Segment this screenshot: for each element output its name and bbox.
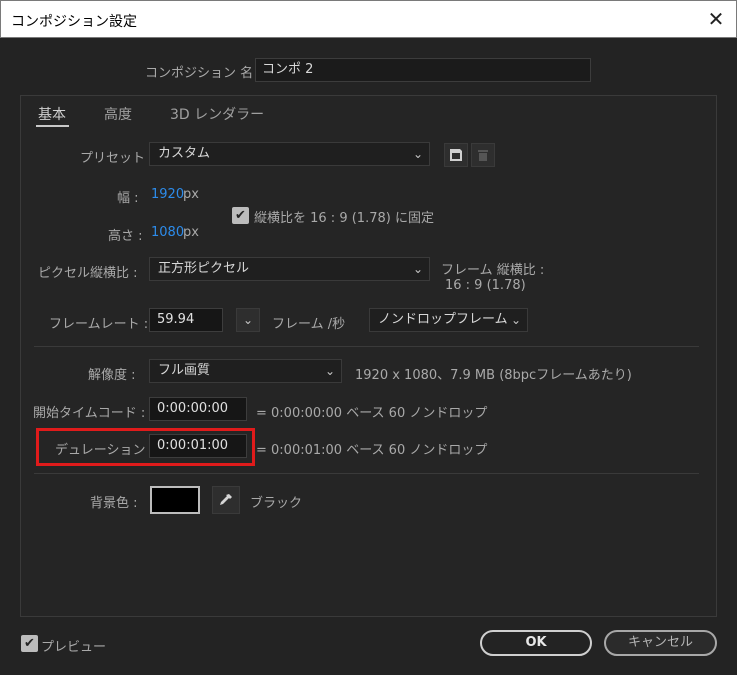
frame-rate-unit: フレーム /秒 [272, 317, 346, 332]
start-timecode-label: 開始タイムコード : [33, 406, 146, 421]
tab-basic[interactable]: 基本 [38, 104, 66, 124]
trash-icon [478, 150, 488, 161]
resolution-info: 1920 x 1080、7.9 MB (8bpcフレームあたり) [355, 368, 632, 383]
preview-label: プレビュー [41, 640, 107, 655]
height-unit: px [183, 225, 199, 240]
lock-aspect-label: 縦横比を 16 : 9 (1.78) に固定 [254, 211, 434, 226]
width-label: 幅 : [117, 191, 139, 206]
chevron-down-icon: ⌄ [510, 313, 521, 327]
chevron-down-icon: ⌄ [412, 147, 423, 161]
drop-frame-value: ノンドロップフレーム [378, 312, 508, 327]
background-color-swatch[interactable] [150, 486, 200, 514]
eyedropper-icon [220, 494, 232, 505]
duration-input[interactable]: 0:00:01:00 [149, 434, 247, 458]
save-preset-button[interactable] [444, 143, 468, 167]
cancel-button[interactable]: キャンセル [604, 630, 717, 656]
tab-basic-underline [36, 125, 69, 127]
height-label: 高さ : [108, 229, 143, 244]
frame-rate-input[interactable]: 59.94 [149, 308, 223, 332]
height-value[interactable]: 1080 [151, 225, 184, 240]
background-color-label: 背景色 : [90, 496, 138, 511]
drop-frame-dropdown[interactable]: ノンドロップフレーム ⌄ [369, 308, 528, 332]
width-value[interactable]: 1920 [151, 187, 184, 202]
chevron-down-icon: ⌄ [242, 313, 254, 327]
preset-dropdown[interactable]: カスタム ⌄ [149, 142, 430, 166]
section-divider [34, 473, 699, 474]
resolution-value: フル画質 [158, 363, 211, 378]
chevron-down-icon: ⌄ [324, 364, 335, 378]
pixel-aspect-dropdown[interactable]: 正方形ピクセル ⌄ [149, 257, 430, 281]
frame-aspect-value: 16 : 9 (1.78) [445, 278, 526, 293]
tab-advanced[interactable]: 高度 [104, 104, 132, 124]
start-timecode-info: = 0:00:00:00 ベース 60 ノンドロップ [256, 406, 488, 421]
resolution-dropdown[interactable]: フル画質 ⌄ [149, 359, 342, 383]
window-title: コンポジション設定 [11, 14, 137, 30]
eyedropper-button[interactable] [212, 486, 240, 514]
preview-checkbox[interactable]: ✔ [21, 635, 38, 652]
lock-aspect-checkbox[interactable]: ✔ [232, 207, 249, 224]
delete-preset-button[interactable] [471, 143, 495, 167]
preset-label: プリセット : [80, 151, 154, 166]
settings-panel [20, 95, 717, 617]
frame-rate-presets-button[interactable]: ⌄ [236, 308, 260, 332]
width-unit: px [183, 187, 199, 202]
frame-rate-label: フレームレート : [49, 317, 149, 332]
duration-label: デュレーション : [55, 443, 154, 458]
frame-aspect-label: フレーム 縦横比 : [441, 263, 545, 278]
save-preset-icon [450, 149, 462, 161]
background-color-name: ブラック [250, 496, 303, 511]
duration-info: = 0:00:01:00 ベース 60 ノンドロップ [256, 443, 488, 458]
close-icon[interactable]: ✕ [701, 4, 731, 34]
pixel-aspect-value: 正方形ピクセル [158, 261, 250, 276]
preset-value: カスタム [158, 146, 211, 161]
resolution-label: 解像度 : [88, 368, 136, 383]
pixel-aspect-label: ピクセル縦横比 : [38, 266, 138, 281]
start-timecode-input[interactable]: 0:00:00:00 [149, 397, 247, 421]
comp-name-input[interactable]: コンポ 2 [255, 58, 591, 82]
chevron-down-icon: ⌄ [412, 262, 423, 276]
tab-3d-renderer[interactable]: 3D レンダラー [170, 104, 264, 124]
ok-button[interactable]: OK [480, 630, 592, 656]
comp-name-label: コンポジション 名 : [145, 66, 262, 81]
section-divider [34, 346, 699, 347]
title-bar: コンポジション設定 ✕ [0, 0, 737, 38]
